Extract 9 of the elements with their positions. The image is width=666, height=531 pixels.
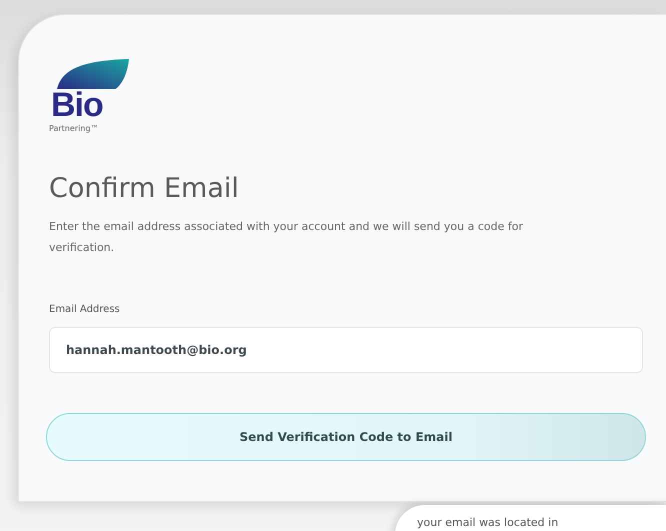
leaf-logo-icon xyxy=(57,59,129,89)
send-code-button[interactable]: Send Verification Code to Email xyxy=(46,413,646,461)
logo-tagline: Partnering™ xyxy=(49,124,98,133)
page-title: Confirm Email xyxy=(49,173,239,204)
card-text: your email was located in xyxy=(417,516,558,529)
field-label: Email Address xyxy=(49,304,120,315)
email-field[interactable]: hannah.mantooth@bio.org xyxy=(49,327,643,373)
logo-wordmark: Bio xyxy=(51,89,103,121)
description-text: Enter the email address associated with your account and we will send you a code for verification. xyxy=(49,219,524,256)
